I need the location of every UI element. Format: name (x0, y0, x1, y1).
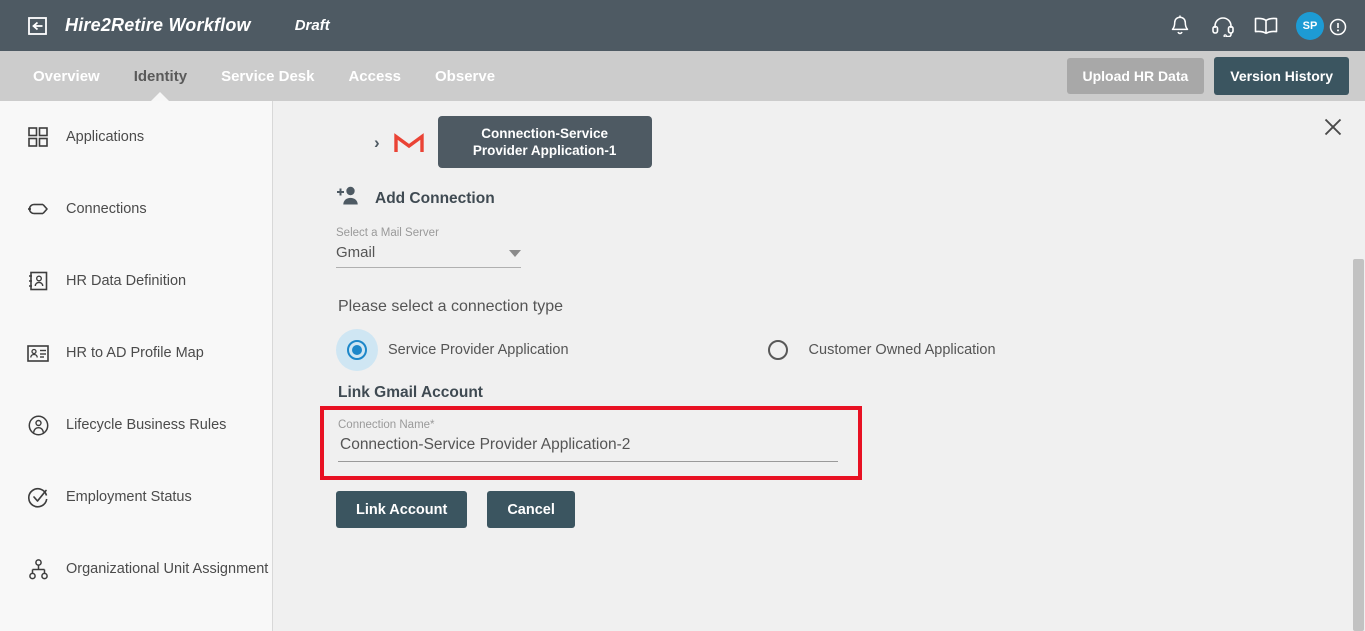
sidebar-item-label: Connections (66, 201, 147, 217)
nav-tab-list: Overview Identity Service Desk Access Ob… (0, 51, 512, 101)
sidebar-item-applications[interactable]: Applications (0, 101, 272, 173)
mail-server-value: Gmail (336, 244, 376, 261)
sidebar-item-connections[interactable]: Connections (0, 173, 272, 245)
tab-access[interactable]: Access (331, 51, 418, 101)
top-bar-actions: SP (1167, 11, 1365, 40)
app-title: Hire2Retire Workflow (65, 15, 251, 35)
radio-customer-owned-application[interactable]: Customer Owned Application (757, 329, 996, 371)
connection-name-field: Connection Name* (338, 419, 838, 462)
breadcrumb: › Connection-Service Provider Applicatio… (374, 116, 652, 168)
headset-icon[interactable] (1210, 13, 1236, 39)
sidebar-item-label: Lifecycle Business Rules (66, 417, 227, 433)
person-circle-icon (26, 413, 50, 437)
tab-observe[interactable]: Observe (418, 51, 512, 101)
gmail-m-icon (393, 131, 424, 154)
connection-name-input[interactable] (338, 436, 838, 462)
plug-connector-icon (26, 197, 50, 221)
top-bar: Hire2Retire Workflow Draft SP (0, 0, 1365, 51)
sidebar-item-hr-to-ad-profile-map[interactable]: HR to AD Profile Map (0, 317, 272, 389)
workflow-status-label: Draft (294, 17, 330, 34)
vertical-scrollbar-track[interactable] (1351, 101, 1365, 631)
id-badge-icon (26, 341, 50, 365)
nav-actions: Upload HR Data Version History (1066, 57, 1365, 95)
org-hierarchy-icon (26, 557, 50, 581)
connection-name-caption: Connection Name* (338, 419, 435, 431)
sidebar-item-organizational-unit-assignment[interactable]: Organizational Unit Assignment (0, 533, 272, 605)
sidebar-item-label: HR Data Definition (66, 273, 187, 289)
mail-server-select[interactable]: Gmail (336, 244, 521, 268)
link-account-section-title: Link Gmail Account (338, 384, 483, 401)
grid-squares-icon (26, 125, 50, 149)
main-navigation: Overview Identity Service Desk Access Ob… (0, 51, 1365, 101)
tab-service-desk[interactable]: Service Desk (204, 51, 331, 101)
chevron-down-icon (509, 250, 521, 257)
sidebar-item-label: Applications (66, 129, 145, 145)
link-account-button[interactable]: Link Account (336, 491, 468, 528)
connection-type-radio-group: Service Provider Application Customer Ow… (336, 329, 996, 371)
radio-service-provider-application[interactable]: Service Provider Application (336, 329, 569, 371)
main-content-panel: › Connection-Service Provider Applicatio… (274, 101, 1365, 631)
form-actions: Link Account Cancel (336, 491, 575, 528)
mail-server-field: Select a Mail Server Gmail (336, 227, 521, 268)
add-connection-header: Add Connection (336, 185, 495, 212)
sidebar-item-hr-data-definition[interactable]: HR Data Definition (0, 245, 272, 317)
add-person-icon (336, 185, 361, 212)
sidebar-item-label: HR to AD Profile Map (66, 345, 204, 361)
vertical-scrollbar-thumb[interactable] (1353, 259, 1364, 631)
sidebar-item-employment-status[interactable]: Employment Status (0, 461, 272, 533)
cancel-button[interactable]: Cancel (487, 491, 575, 528)
radio-selected-icon (336, 329, 378, 371)
connection-type-prompt: Please select a connection type (338, 298, 564, 315)
sidebar-item-label: Employment Status (66, 489, 192, 505)
add-connection-title: Add Connection (375, 189, 495, 207)
tab-identity[interactable]: Identity (117, 51, 204, 101)
mail-server-caption: Select a Mail Server (336, 227, 439, 239)
close-icon[interactable] (1321, 115, 1345, 139)
check-circle-icon (26, 485, 50, 509)
radio-label: Customer Owned Application (808, 342, 996, 358)
sidebar-item-lifecycle-business-rules[interactable]: Lifecycle Business Rules (0, 389, 272, 461)
alert-exclamation-icon[interactable] (1329, 18, 1347, 36)
breadcrumb-current-chip[interactable]: Connection-Service Provider Application-… (437, 116, 652, 168)
radio-label: Service Provider Application (388, 342, 569, 358)
sidebar-item-label: Organizational Unit Assignment (66, 561, 269, 577)
radio-unselected-icon (757, 329, 799, 371)
avatar[interactable]: SP (1296, 11, 1324, 40)
sidebar: Applications Connections HR Data Definit… (0, 101, 273, 631)
tab-overview[interactable]: Overview (16, 51, 117, 101)
contact-card-person-icon (26, 269, 50, 293)
chevron-right-icon: › (374, 132, 380, 152)
bell-icon[interactable] (1167, 13, 1193, 39)
exit-left-box-icon[interactable] (27, 15, 49, 37)
upload-hr-data-button[interactable]: Upload HR Data (1066, 58, 1205, 94)
version-history-button[interactable]: Version History (1214, 57, 1349, 95)
book-icon[interactable] (1253, 13, 1279, 39)
